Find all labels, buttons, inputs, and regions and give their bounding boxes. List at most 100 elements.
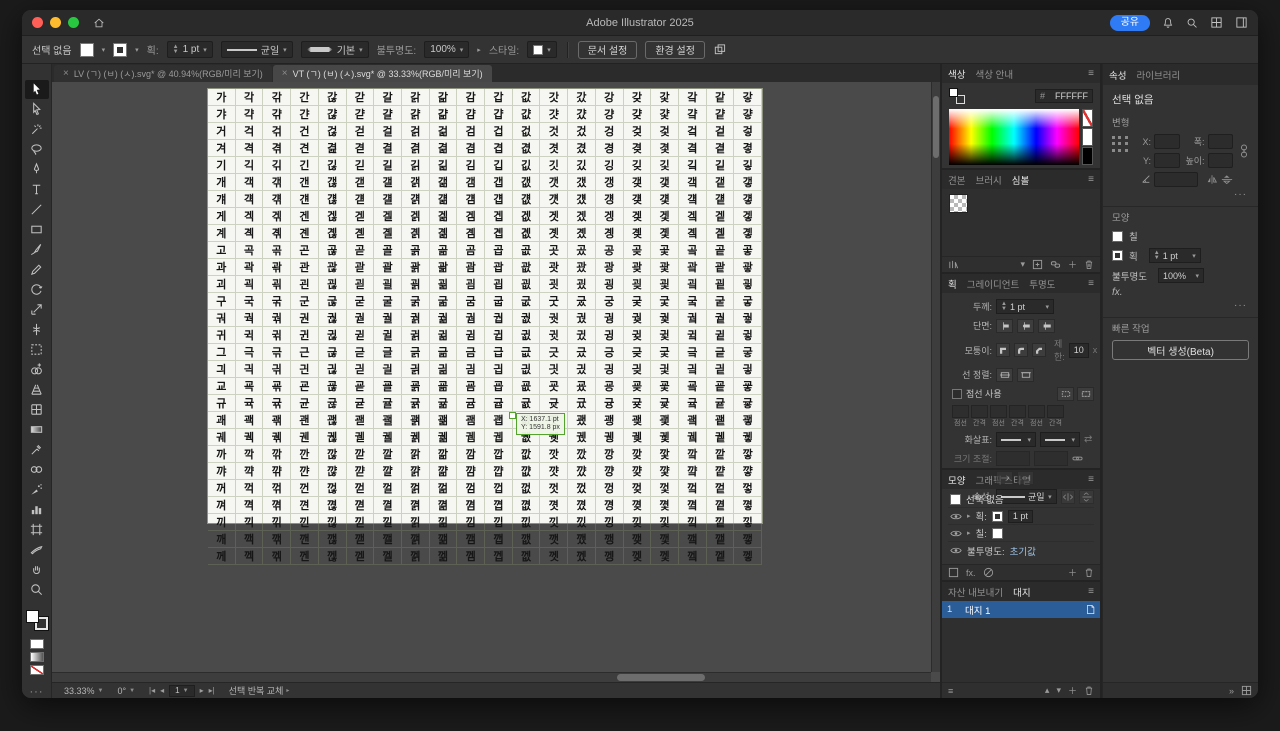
glyph-cell[interactable]: 걊 [513, 106, 541, 123]
glyph-cell[interactable]: 궼 [679, 429, 707, 446]
glyph-cell[interactable]: 겪 [263, 140, 291, 157]
glyph-cell[interactable]: 괮 [624, 412, 652, 429]
glyph-cell[interactable]: 갿 [347, 106, 375, 123]
reference-point-locator[interactable] [1112, 136, 1129, 153]
glyph-cell[interactable]: 깃 [540, 157, 568, 174]
glyph-cell[interactable]: 권 [291, 310, 319, 327]
glyph-cell[interactable]: 긯 [734, 361, 762, 378]
canvas[interactable]: 가각갂간갆갇갈갉갊감갑값갓갔강갖갗갘같갛갸갹갺갼갾갿걀걁걂걈걉걊걋걌걍걎걏걐걑걓… [52, 82, 940, 682]
glyph-cell[interactable]: 깼 [568, 531, 596, 548]
glyph-cell[interactable]: 궻 [651, 429, 679, 446]
glyph-cell[interactable]: 괼 [374, 276, 402, 293]
artboard[interactable]: 가각갂간갆갇갈갉갊감갑값갓갔강갖갗갘같갛갸갹갺갼갾갿걀걁걂걈걉걊걋걌걍걎걏걐걑걓… [207, 88, 763, 524]
artboard-options-icon[interactable]: ≡ [948, 686, 953, 696]
glyph-cell[interactable]: 긔 [208, 361, 236, 378]
glyph-cell[interactable]: 궸 [568, 429, 596, 446]
glyph-cell[interactable]: 곷 [651, 242, 679, 259]
glyph-cell[interactable]: 깈 [679, 157, 707, 174]
glyph-cell[interactable]: 같 [707, 89, 735, 106]
glyph-cell[interactable]: 꺟 [734, 463, 762, 480]
glyph-cell[interactable]: 겎 [263, 208, 291, 225]
glyph-cell[interactable]: 곅 [236, 225, 264, 242]
glyph-cell[interactable]: 검 [457, 123, 485, 140]
glyph-cell[interactable]: 꺜 [679, 463, 707, 480]
glyph-cell[interactable]: 걕 [236, 191, 264, 208]
glyph-cell[interactable]: 갾 [319, 106, 347, 123]
glyph-cell[interactable]: 걋 [540, 106, 568, 123]
glyph-cell[interactable]: 걉 [485, 106, 513, 123]
glyph-cell[interactable]: 깝 [485, 446, 513, 463]
glyph-cell[interactable]: 긊 [513, 344, 541, 361]
glyph-cell[interactable]: 곲 [513, 242, 541, 259]
glyph-cell[interactable]: 갣 [347, 174, 375, 191]
glyph-cell[interactable]: 껬 [568, 548, 596, 565]
glyph-cell[interactable]: 껰 [679, 548, 707, 565]
arrange-icon[interactable] [713, 43, 726, 56]
glyph-cell[interactable]: 귊 [430, 327, 458, 344]
glyph-cell[interactable]: 객 [236, 174, 264, 191]
generate-vector-button[interactable]: 벡터 생성(Beta) [1112, 340, 1249, 360]
glyph-cell[interactable]: 괳 [734, 412, 762, 429]
color-fill-stroke-indicator[interactable] [949, 88, 965, 104]
glyph-cell[interactable]: 긌 [568, 344, 596, 361]
glyph-cell[interactable]: 굆 [513, 276, 541, 293]
glyph-cell[interactable]: 궇 [734, 293, 762, 310]
glyph-cell[interactable]: 강 [596, 89, 624, 106]
glyph-cell[interactable]: 꼊 [624, 497, 652, 514]
glyph-cell[interactable]: 긫 [651, 361, 679, 378]
glyph-cell[interactable]: 꺋 [347, 463, 375, 480]
glyph-cell[interactable]: 겄 [568, 123, 596, 140]
glyph-cell[interactable]: 군 [291, 293, 319, 310]
document-tab-inactive[interactable]: × LV (ㄱ) (ㅂ) (ㅅ).svg* @ 40.94%(RGB/미리 보기… [54, 65, 272, 82]
glyph-cell[interactable]: 긛 [347, 361, 375, 378]
glyph-cell[interactable]: 겔 [374, 208, 402, 225]
glyph-cell[interactable]: 광 [596, 259, 624, 276]
document-setup-button[interactable]: 문서 설정 [578, 41, 638, 59]
glyph-cell[interactable]: 귄 [291, 327, 319, 344]
share-button[interactable]: 공유 [1110, 15, 1150, 31]
glyph-cell[interactable]: 갼 [291, 106, 319, 123]
glyph-cell[interactable]: 굖 [319, 378, 347, 395]
glyph-cell[interactable]: 꺎 [430, 463, 458, 480]
glyph-cell[interactable]: 긎 [624, 344, 652, 361]
glyph-cell[interactable]: 걑 [707, 106, 735, 123]
glyph-cell[interactable]: 곟 [734, 225, 762, 242]
glyph-cell[interactable]: 긚 [319, 361, 347, 378]
glyph-cell[interactable]: 꺕 [485, 463, 513, 480]
glyph-cell[interactable]: 괍 [485, 259, 513, 276]
glyph-cell[interactable]: 곾 [263, 259, 291, 276]
glyph-cell[interactable]: 걝 [402, 191, 430, 208]
glyph-cell[interactable]: 귔 [568, 327, 596, 344]
glyph-cell[interactable]: 께 [208, 548, 236, 565]
tool-perspective-grid[interactable] [25, 380, 49, 399]
glyph-cell[interactable]: 깣 [651, 446, 679, 463]
workspace-switcher-icon[interactable] [1235, 16, 1248, 29]
tool-direct-selection[interactable] [25, 100, 49, 119]
glyph-cell[interactable]: 걺 [430, 123, 458, 140]
effects-fx-icon[interactable]: fx. [1112, 287, 1123, 298]
tool-gradient[interactable] [25, 420, 49, 439]
glyph-cell[interactable]: 깖 [430, 446, 458, 463]
glyph-cell[interactable]: 괨 [457, 412, 485, 429]
artboard-name[interactable]: 대지 1 [965, 603, 990, 617]
glyph-cell[interactable]: 괟 [347, 412, 375, 429]
glyph-cell[interactable]: 갥 [402, 174, 430, 191]
glyph-cell[interactable]: 깡 [596, 446, 624, 463]
glyph-cell[interactable]: 갗 [651, 89, 679, 106]
glyph-cell[interactable]: 곢 [263, 242, 291, 259]
tool-hand[interactable] [25, 560, 49, 579]
glyph-cell[interactable]: 겢 [624, 208, 652, 225]
style-dropdown[interactable]: ▾ [527, 41, 557, 58]
search-icon[interactable] [1186, 17, 1198, 29]
glyph-cell[interactable]: 괜 [291, 412, 319, 429]
glyph-cell[interactable]: 꺌 [374, 463, 402, 480]
glyph-cell[interactable]: 껾 [430, 497, 458, 514]
glyph-cell[interactable]: 궜 [568, 310, 596, 327]
more-options-icon[interactable]: ··· [1112, 298, 1249, 311]
glyph-cell[interactable]: 껗 [734, 480, 762, 497]
align-center-button[interactable] [996, 368, 1013, 382]
glyph-cell[interactable]: 겥 [707, 208, 735, 225]
tool-type[interactable] [25, 180, 49, 199]
glyph-cell[interactable]: 긩 [596, 361, 624, 378]
glyph-cell[interactable]: 괃 [347, 259, 375, 276]
